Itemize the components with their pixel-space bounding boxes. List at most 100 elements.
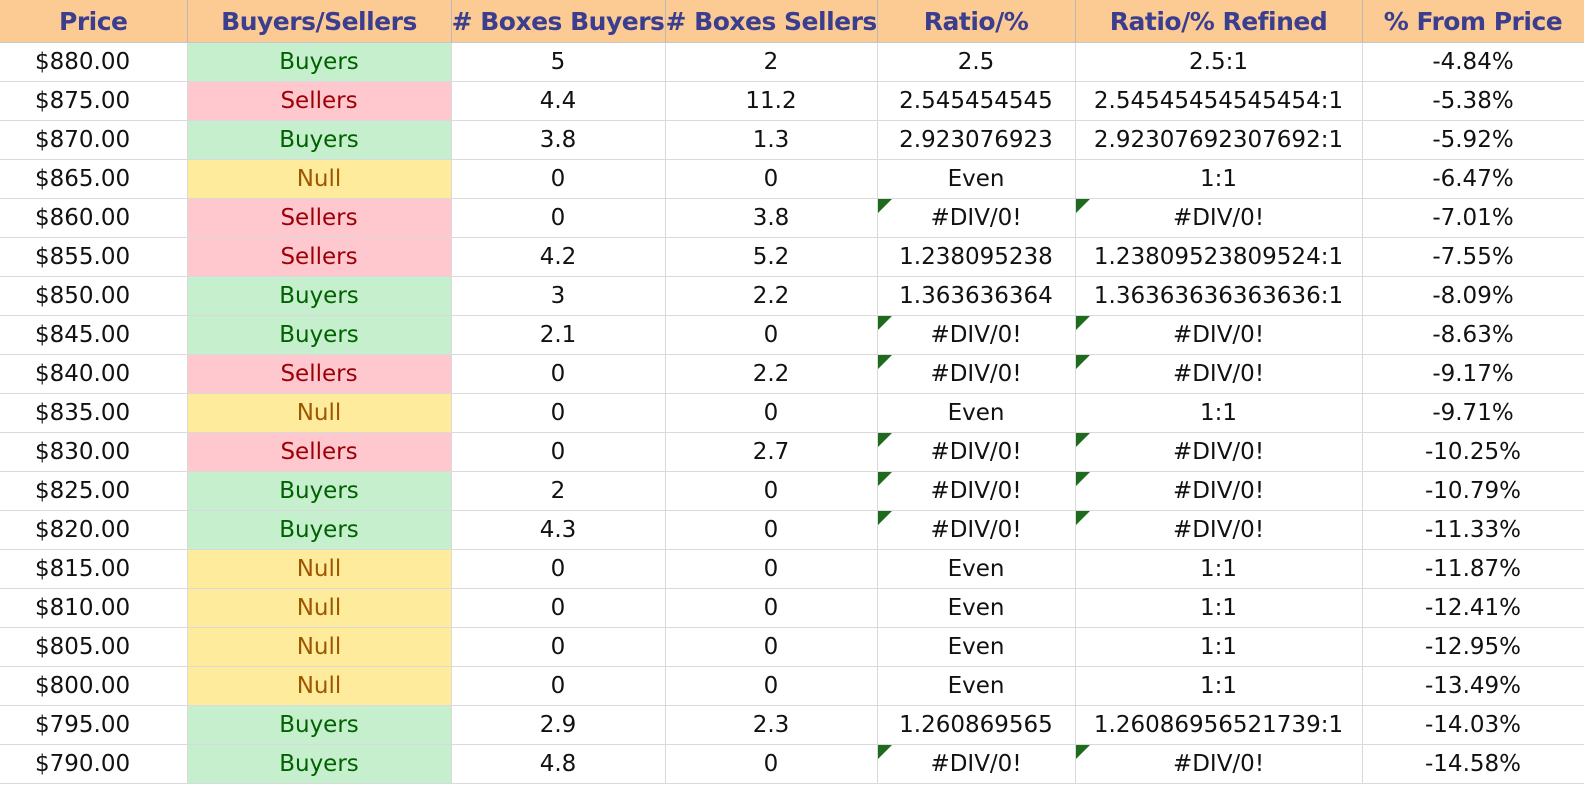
- buyers-sellers-cell[interactable]: Buyers: [187, 120, 452, 160]
- ratio-cell[interactable]: 1.363636364: [877, 276, 1076, 316]
- pct-from-price-cell[interactable]: -11.87%: [1362, 549, 1584, 589]
- boxes-sellers-cell[interactable]: 0: [665, 471, 878, 511]
- ratio-refined-cell[interactable]: 1:1: [1075, 588, 1363, 628]
- ratio-refined-cell[interactable]: 2.5:1: [1075, 42, 1363, 82]
- buyers-sellers-cell[interactable]: Buyers: [187, 744, 452, 784]
- ratio-cell[interactable]: 1.260869565: [877, 705, 1076, 745]
- boxes-buyers-cell[interactable]: 0: [451, 666, 666, 706]
- boxes-buyers-cell[interactable]: 0: [451, 354, 666, 394]
- ratio-refined-cell[interactable]: 1:1: [1075, 666, 1363, 706]
- buyers-sellers-cell[interactable]: Null: [187, 159, 452, 199]
- price-cell[interactable]: $840.00: [0, 354, 188, 394]
- header-buyers-sellers[interactable]: Buyers/Sellers: [187, 0, 452, 43]
- pct-from-price-cell[interactable]: -8.09%: [1362, 276, 1584, 316]
- buyers-sellers-cell[interactable]: Sellers: [187, 432, 452, 472]
- pct-from-price-cell[interactable]: -9.17%: [1362, 354, 1584, 394]
- ratio-refined-cell[interactable]: 1:1: [1075, 627, 1363, 667]
- boxes-buyers-cell[interactable]: 0: [451, 393, 666, 433]
- pct-from-price-cell[interactable]: -14.58%: [1362, 744, 1584, 784]
- header-price[interactable]: Price: [0, 0, 188, 43]
- buyers-sellers-cell[interactable]: Buyers: [187, 42, 452, 82]
- buyers-sellers-cell[interactable]: Null: [187, 588, 452, 628]
- boxes-sellers-cell[interactable]: 2.2: [665, 354, 878, 394]
- boxes-sellers-cell[interactable]: 5.2: [665, 237, 878, 277]
- price-cell[interactable]: $870.00: [0, 120, 188, 160]
- ratio-refined-cell[interactable]: 1.26086956521739:1: [1075, 705, 1363, 745]
- price-cell[interactable]: $790.00: [0, 744, 188, 784]
- ratio-refined-cell[interactable]: #DIV/0!: [1075, 744, 1363, 784]
- ratio-refined-cell[interactable]: 2.54545454545454:1: [1075, 81, 1363, 121]
- price-cell[interactable]: $795.00: [0, 705, 188, 745]
- boxes-sellers-cell[interactable]: 2.7: [665, 432, 878, 472]
- boxes-sellers-cell[interactable]: 0: [665, 627, 878, 667]
- pct-from-price-cell[interactable]: -9.71%: [1362, 393, 1584, 433]
- buyers-sellers-cell[interactable]: Null: [187, 549, 452, 589]
- buyers-sellers-cell[interactable]: Null: [187, 666, 452, 706]
- price-cell[interactable]: $850.00: [0, 276, 188, 316]
- ratio-cell[interactable]: Even: [877, 393, 1076, 433]
- buyers-sellers-cell[interactable]: Buyers: [187, 471, 452, 511]
- boxes-sellers-cell[interactable]: 0: [665, 315, 878, 355]
- header-ratio[interactable]: Ratio/%: [877, 0, 1076, 43]
- ratio-cell[interactable]: 2.5: [877, 42, 1076, 82]
- boxes-buyers-cell[interactable]: 0: [451, 432, 666, 472]
- ratio-refined-cell[interactable]: 1:1: [1075, 549, 1363, 589]
- pct-from-price-cell[interactable]: -7.01%: [1362, 198, 1584, 238]
- header-boxes-sellers[interactable]: # Boxes Sellers: [665, 0, 878, 43]
- pct-from-price-cell[interactable]: -10.25%: [1362, 432, 1584, 472]
- pct-from-price-cell[interactable]: -6.47%: [1362, 159, 1584, 199]
- boxes-buyers-cell[interactable]: 4.2: [451, 237, 666, 277]
- price-cell[interactable]: $800.00: [0, 666, 188, 706]
- ratio-refined-cell[interactable]: #DIV/0!: [1075, 198, 1363, 238]
- pct-from-price-cell[interactable]: -12.41%: [1362, 588, 1584, 628]
- boxes-buyers-cell[interactable]: 0: [451, 588, 666, 628]
- buyers-sellers-cell[interactable]: Null: [187, 393, 452, 433]
- pct-from-price-cell[interactable]: -8.63%: [1362, 315, 1584, 355]
- buyers-sellers-cell[interactable]: Buyers: [187, 276, 452, 316]
- ratio-cell[interactable]: #DIV/0!: [877, 315, 1076, 355]
- ratio-cell[interactable]: 1.238095238: [877, 237, 1076, 277]
- ratio-cell[interactable]: Even: [877, 549, 1076, 589]
- header-boxes-buyers[interactable]: # Boxes Buyers: [451, 0, 666, 43]
- boxes-sellers-cell[interactable]: 11.2: [665, 81, 878, 121]
- header-ratio-refined[interactable]: Ratio/% Refined: [1075, 0, 1363, 43]
- ratio-refined-cell[interactable]: 1.23809523809524:1: [1075, 237, 1363, 277]
- pct-from-price-cell[interactable]: -13.49%: [1362, 666, 1584, 706]
- header-pct-from-price[interactable]: % From Price: [1362, 0, 1584, 43]
- ratio-refined-cell[interactable]: 2.92307692307692:1: [1075, 120, 1363, 160]
- ratio-cell[interactable]: Even: [877, 666, 1076, 706]
- price-cell[interactable]: $875.00: [0, 81, 188, 121]
- buyers-sellers-cell[interactable]: Buyers: [187, 705, 452, 745]
- boxes-sellers-cell[interactable]: 3.8: [665, 198, 878, 238]
- pct-from-price-cell[interactable]: -4.84%: [1362, 42, 1584, 82]
- buyers-sellers-cell[interactable]: Buyers: [187, 315, 452, 355]
- price-cell[interactable]: $830.00: [0, 432, 188, 472]
- pct-from-price-cell[interactable]: -5.38%: [1362, 81, 1584, 121]
- boxes-buyers-cell[interactable]: 2.1: [451, 315, 666, 355]
- boxes-sellers-cell[interactable]: 2: [665, 42, 878, 82]
- ratio-cell[interactable]: #DIV/0!: [877, 744, 1076, 784]
- ratio-cell[interactable]: 2.923076923: [877, 120, 1076, 160]
- price-cell[interactable]: $820.00: [0, 510, 188, 550]
- price-cell[interactable]: $805.00: [0, 627, 188, 667]
- buyers-sellers-cell[interactable]: Null: [187, 627, 452, 667]
- boxes-buyers-cell[interactable]: 3.8: [451, 120, 666, 160]
- pct-from-price-cell[interactable]: -11.33%: [1362, 510, 1584, 550]
- boxes-buyers-cell[interactable]: 0: [451, 627, 666, 667]
- price-cell[interactable]: $845.00: [0, 315, 188, 355]
- pct-from-price-cell[interactable]: -14.03%: [1362, 705, 1584, 745]
- boxes-sellers-cell[interactable]: 2.2: [665, 276, 878, 316]
- ratio-refined-cell[interactable]: #DIV/0!: [1075, 432, 1363, 472]
- ratio-cell[interactable]: Even: [877, 588, 1076, 628]
- boxes-buyers-cell[interactable]: 2: [451, 471, 666, 511]
- ratio-cell[interactable]: #DIV/0!: [877, 510, 1076, 550]
- pct-from-price-cell[interactable]: -12.95%: [1362, 627, 1584, 667]
- boxes-buyers-cell[interactable]: 0: [451, 198, 666, 238]
- price-cell[interactable]: $815.00: [0, 549, 188, 589]
- boxes-sellers-cell[interactable]: 0: [665, 510, 878, 550]
- boxes-buyers-cell[interactable]: 4.3: [451, 510, 666, 550]
- buyers-sellers-cell[interactable]: Sellers: [187, 237, 452, 277]
- boxes-buyers-cell[interactable]: 4.4: [451, 81, 666, 121]
- boxes-sellers-cell[interactable]: 0: [665, 393, 878, 433]
- boxes-sellers-cell[interactable]: 0: [665, 549, 878, 589]
